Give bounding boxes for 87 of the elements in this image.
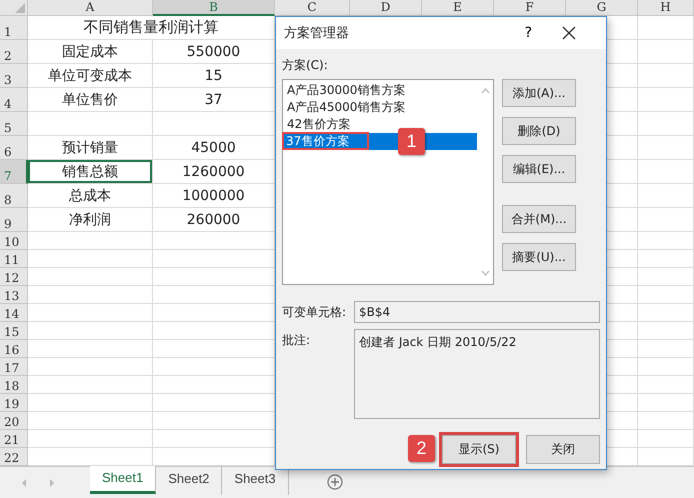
empty-cell	[638, 40, 694, 64]
row-header[interactable]: 4	[0, 88, 28, 112]
close-button[interactable]	[562, 26, 576, 40]
empty-cell	[638, 430, 694, 448]
row-header[interactable]: 21	[0, 430, 28, 448]
scroll-down-icon[interactable]	[480, 270, 490, 276]
column-header[interactable]: B	[153, 0, 275, 16]
column-header[interactable]: H	[638, 0, 694, 16]
column-header[interactable]: E	[422, 0, 494, 16]
row-header[interactable]: 1	[0, 16, 28, 40]
empty-cell	[638, 112, 694, 136]
empty-cell	[638, 64, 694, 88]
table-cell: 单位售价	[28, 88, 153, 112]
empty-cell	[638, 268, 694, 286]
empty-cell	[638, 322, 694, 340]
column-header[interactable]: A	[28, 0, 153, 16]
row-header[interactable]: 15	[0, 322, 28, 340]
column-header[interactable]: G	[566, 0, 638, 16]
changing-cells-field[interactable]: $B$4	[354, 301, 600, 323]
table-cell: 单位可变成本	[28, 64, 153, 88]
dialog-button[interactable]: 添加(A)...	[502, 79, 576, 107]
row-header[interactable]: 10	[0, 232, 28, 250]
list-label: 方案(C):	[282, 57, 329, 74]
dialog-button[interactable]: 删除(D)	[502, 117, 576, 145]
callout-badge: 1	[398, 128, 425, 155]
sheet-tab[interactable]: Sheet2	[156, 467, 222, 495]
empty-cell	[638, 136, 694, 160]
empty-cell	[638, 250, 694, 268]
comment-field[interactable]: 创建者 Jack 日期 2010/5/22	[354, 329, 600, 419]
row-header[interactable]: 13	[0, 286, 28, 304]
field-label: 可变单元格:	[282, 304, 348, 321]
empty-cell	[638, 412, 694, 430]
dialog-button[interactable]: 合并(M)...	[502, 205, 576, 233]
empty-cell	[638, 184, 694, 208]
sheet-tab[interactable]: Sheet1	[90, 466, 156, 494]
scroll-right-icon[interactable]	[48, 478, 56, 488]
row-header[interactable]: 6	[0, 136, 28, 160]
row-header[interactable]: 9	[0, 208, 28, 232]
empty-cell	[638, 340, 694, 358]
row-header[interactable]: 20	[0, 412, 28, 430]
table-cell: 预计销量	[28, 136, 153, 160]
table-cell: 销售总额	[28, 160, 153, 184]
scroll-left-icon[interactable]	[20, 478, 28, 488]
close-icon	[562, 26, 576, 40]
add-sheet-icon[interactable]	[326, 474, 343, 490]
select-all-icon[interactable]	[15, 3, 25, 13]
column-header[interactable]: C	[275, 0, 350, 16]
empty-cell	[638, 358, 694, 376]
dialog-title: 方案管理器	[284, 25, 350, 42]
row-header[interactable]: 19	[0, 394, 28, 412]
empty-cell	[638, 208, 694, 232]
row-header[interactable]: 5	[0, 112, 28, 136]
row-header[interactable]: 17	[0, 358, 28, 376]
list-item[interactable]: A产品30000销售方案	[283, 82, 477, 99]
row-header[interactable]: 22	[0, 448, 28, 466]
empty-cell	[638, 304, 694, 322]
table-cell: 不同销售量利润计算	[28, 16, 275, 40]
empty-cell	[638, 286, 694, 304]
empty-cell	[638, 88, 694, 112]
empty-cell	[638, 160, 694, 184]
row-header[interactable]: 3	[0, 64, 28, 88]
row-header[interactable]: 8	[0, 184, 28, 208]
help-button[interactable]: ?	[524, 25, 532, 41]
row-header[interactable]: 11	[0, 250, 28, 268]
dialog-button[interactable]: 关闭	[526, 435, 600, 464]
empty-cell	[638, 16, 694, 40]
row-header[interactable]: 2	[0, 40, 28, 64]
callout-badge: 2	[408, 435, 435, 462]
empty-cell	[638, 394, 694, 412]
table-cell: 固定成本	[28, 40, 153, 64]
column-header[interactable]: D	[350, 0, 422, 16]
table-cell: 总成本	[28, 184, 153, 208]
row-header[interactable]: 7	[0, 160, 28, 184]
column-header[interactable]: F	[494, 0, 566, 16]
list-item[interactable]: A产品45000销售方案	[283, 99, 477, 116]
empty-cell	[638, 376, 694, 394]
row-header[interactable]: 12	[0, 268, 28, 286]
row-header[interactable]: 16	[0, 340, 28, 358]
dialog-button[interactable]: 编辑(E)...	[502, 155, 576, 183]
field-label: 批注:	[282, 332, 312, 349]
empty-cell	[638, 232, 694, 250]
dialog-button[interactable]: 摘要(U)...	[502, 243, 576, 271]
row-header[interactable]: 18	[0, 376, 28, 394]
table-cell: 净利润	[28, 208, 153, 232]
scroll-up-icon[interactable]	[480, 88, 490, 94]
dialog-button[interactable]: 显示(S)	[442, 435, 516, 464]
row-header[interactable]: 14	[0, 304, 28, 322]
